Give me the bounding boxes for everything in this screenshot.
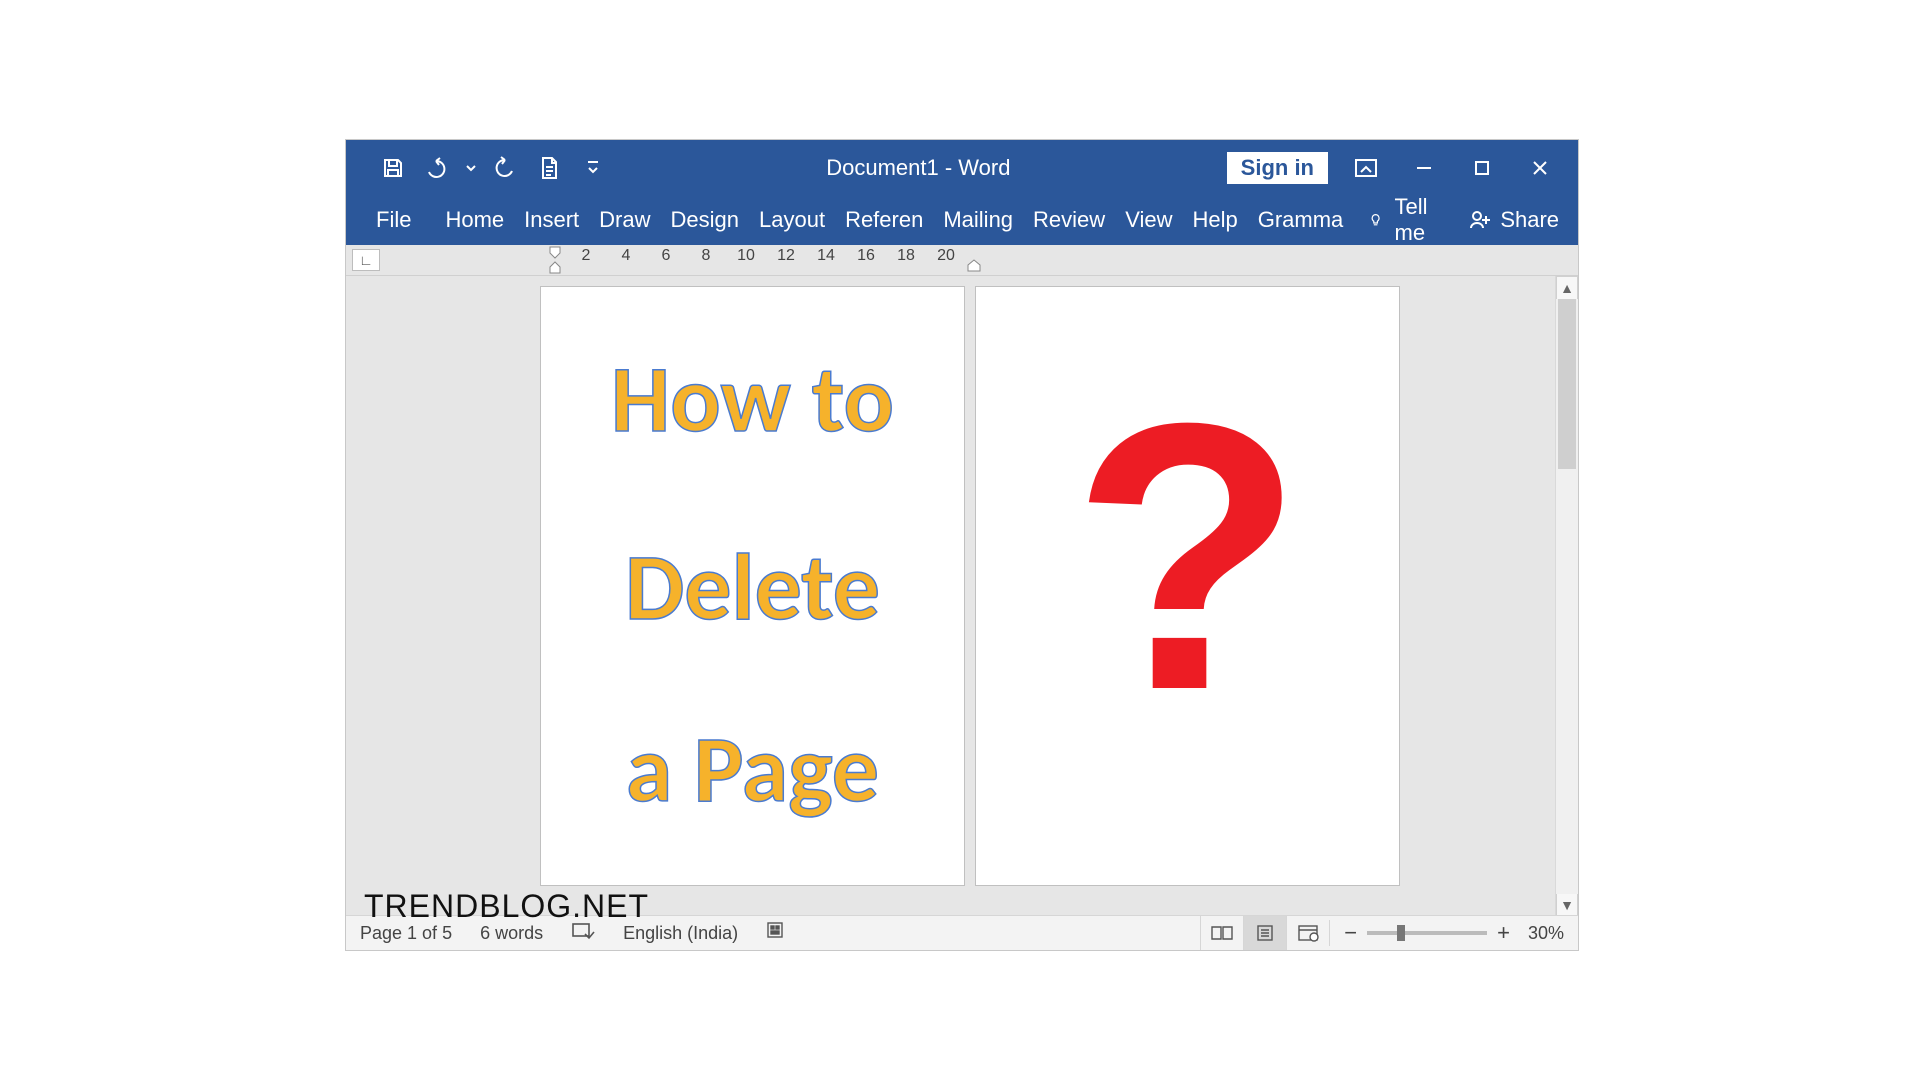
tab-home[interactable]: Home — [435, 203, 514, 237]
wordart-line-3[interactable]: a Page — [541, 723, 964, 817]
question-mark[interactable]: ? — [976, 367, 1399, 747]
zoom-control: − + 30% — [1329, 920, 1578, 946]
web-layout-icon[interactable] — [1286, 916, 1329, 950]
document-icon[interactable] — [532, 151, 566, 185]
close-icon[interactable] — [1520, 148, 1560, 188]
page-indicator[interactable]: Page 1 of 5 — [346, 923, 466, 944]
tab-design[interactable]: Design — [661, 203, 749, 237]
tab-grammarly[interactable]: Gramma — [1248, 203, 1354, 237]
language-indicator[interactable]: English (India) — [609, 923, 752, 944]
tab-layout[interactable]: Layout — [749, 203, 835, 237]
right-indent-marker-icon[interactable] — [966, 259, 982, 273]
tab-mailings[interactable]: Mailing — [933, 203, 1023, 237]
save-icon[interactable] — [376, 151, 410, 185]
ruler-mark: 2 — [576, 247, 596, 265]
share-button[interactable]: Share — [1452, 207, 1583, 233]
tell-me[interactable]: Tell me — [1353, 194, 1452, 246]
macro-recorder-icon[interactable] — [752, 921, 802, 946]
repeat-icon[interactable] — [488, 151, 522, 185]
ruler-mark: 14 — [816, 247, 836, 265]
signin-button[interactable]: Sign in — [1227, 152, 1328, 184]
quick-access-toolbar — [346, 151, 610, 185]
zoom-in-icon[interactable]: + — [1497, 920, 1510, 946]
word-count[interactable]: 6 words — [466, 923, 557, 944]
tab-view[interactable]: View — [1115, 203, 1182, 237]
zoom-slider[interactable] — [1367, 931, 1487, 935]
tab-review[interactable]: Review — [1023, 203, 1115, 237]
tab-insert[interactable]: Insert — [514, 203, 589, 237]
ruler-mark: 20 — [936, 247, 956, 265]
read-mode-icon[interactable] — [1200, 916, 1243, 950]
undo-dropdown-icon[interactable] — [464, 151, 478, 185]
window-title: Document1 - Word — [610, 155, 1227, 181]
title-bar: Document1 - Word Sign in — [346, 140, 1578, 195]
ruler-mark: 10 — [736, 247, 756, 265]
scroll-down-icon[interactable]: ▼ — [1556, 894, 1578, 917]
tab-draw[interactable]: Draw — [589, 203, 660, 237]
maximize-icon[interactable] — [1462, 148, 1502, 188]
ruler-mark: 16 — [856, 247, 876, 265]
ribbon-display-icon[interactable] — [1346, 148, 1386, 188]
ruler-mark: 18 — [896, 247, 916, 265]
ruler-mark: 8 — [696, 247, 716, 265]
title-controls: Sign in — [1227, 148, 1578, 188]
horizontal-ruler[interactable]: ∟ 2 4 6 8 10 12 14 16 18 20 — [346, 245, 1578, 276]
lightbulb-icon — [1369, 209, 1382, 231]
page-1[interactable]: How to Delete a Page — [541, 287, 964, 885]
wordart-line-1[interactable]: How to — [541, 353, 964, 447]
vertical-scrollbar[interactable]: ▲ ▼ — [1555, 276, 1578, 917]
tab-selector[interactable]: ∟ — [352, 249, 380, 271]
tab-references[interactable]: Referen — [835, 203, 933, 237]
ruler-mark: 6 — [656, 247, 676, 265]
zoom-thumb[interactable] — [1397, 925, 1405, 941]
watermark-text: TRENDBLOG.NET — [364, 888, 649, 925]
customize-qat-icon[interactable] — [576, 151, 610, 185]
ruler-mark: 4 — [616, 247, 636, 265]
tab-file[interactable]: File — [346, 203, 435, 237]
share-icon — [1468, 208, 1492, 232]
share-label: Share — [1500, 207, 1559, 233]
scroll-thumb[interactable] — [1558, 299, 1576, 469]
tab-help[interactable]: Help — [1182, 203, 1247, 237]
zoom-out-icon[interactable]: − — [1344, 920, 1357, 946]
wordart-line-2[interactable]: Delete — [541, 541, 964, 635]
undo-icon[interactable] — [420, 151, 454, 185]
zoom-level[interactable]: 30% — [1520, 923, 1564, 944]
ruler-scale: 2 4 6 8 10 12 14 16 18 20 — [536, 245, 956, 276]
page-2[interactable]: ? — [976, 287, 1399, 885]
document-area[interactable]: How to Delete a Page ? ▲ ▼ — [346, 276, 1578, 917]
tell-me-label: Tell me — [1395, 194, 1437, 246]
page-container: How to Delete a Page ? — [541, 287, 1399, 885]
print-layout-icon[interactable] — [1243, 916, 1286, 950]
ruler-mark: 12 — [776, 247, 796, 265]
minimize-icon[interactable] — [1404, 148, 1444, 188]
scroll-up-icon[interactable]: ▲ — [1556, 276, 1578, 299]
word-window: Document1 - Word Sign in File Home Inser… — [346, 140, 1578, 950]
ribbon-tabs: File Home Insert Draw Design Layout Refe… — [346, 195, 1578, 245]
